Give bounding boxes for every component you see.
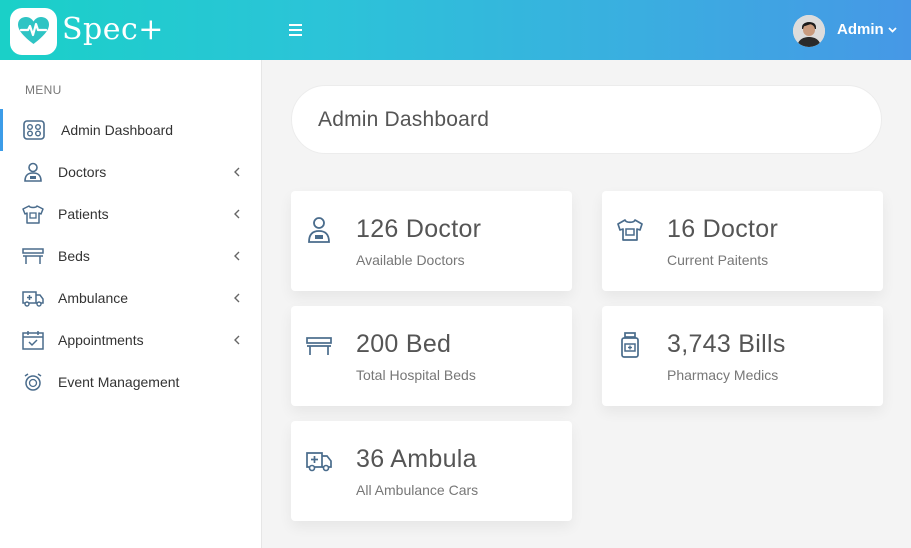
ambulance-icon <box>306 452 332 472</box>
patient-shirt-icon <box>617 219 643 241</box>
chevron-left-icon <box>234 251 240 261</box>
stat-card-beds[interactable]: 200 Bed Total Hospital Beds <box>291 306 572 406</box>
stat-card-bills[interactable]: 3,743 Bills Pharmacy Medics <box>602 306 883 406</box>
stat-label: Current Paitents <box>667 252 769 268</box>
stat-card-patients[interactable]: 16 Doctor Current Paitents <box>602 191 883 291</box>
menu-heading: MENU <box>25 83 62 97</box>
doctor-icon <box>308 217 330 243</box>
page-title: Admin Dashboard <box>318 108 490 131</box>
sidebar: MENU Admin Dashboard Doctors Patients Be… <box>0 60 262 548</box>
medicine-bottle-icon <box>621 332 639 358</box>
patient-icon <box>22 205 44 224</box>
stat-value: 3,743 Bills <box>667 330 786 358</box>
sidebar-item-admin-dashboard[interactable]: Admin Dashboard <box>0 109 261 151</box>
stat-label: Available Doctors <box>356 252 465 268</box>
stat-label: All Ambulance Cars <box>356 482 479 498</box>
stat-value: 126 Doctor <box>356 215 482 243</box>
sidebar-item-label: Ambulance <box>58 290 129 306</box>
chevron-left-icon <box>234 209 240 219</box>
sidebar-item-label: Doctors <box>58 164 107 180</box>
avatar[interactable] <box>793 15 825 47</box>
chevron-left-icon <box>234 293 240 303</box>
sidebar-item-doctors[interactable]: Doctors <box>0 151 261 193</box>
sidebar-item-label: Beds <box>58 248 90 264</box>
user-name: Admin <box>837 21 884 38</box>
sidebar-item-label: Appointments <box>58 332 144 348</box>
chevron-left-icon <box>234 167 240 177</box>
sidebar-item-patients[interactable]: Patients <box>0 193 261 235</box>
stat-value: 200 Bed <box>356 330 452 358</box>
stat-value: 16 Doctor <box>667 215 779 243</box>
user-menu[interactable]: Admin <box>837 21 897 38</box>
calendar-icon <box>22 331 44 350</box>
chevron-left-icon <box>234 335 240 345</box>
heart-pulse-icon <box>18 17 49 44</box>
bed-icon <box>22 248 44 264</box>
sidebar-item-appointments[interactable]: Appointments <box>0 319 261 361</box>
menu-toggle-icon[interactable] <box>289 24 303 36</box>
chevron-down-icon <box>888 26 897 33</box>
stat-card-doctors[interactable]: 126 Doctor Available Doctors <box>291 191 572 291</box>
sidebar-item-beds[interactable]: Beds <box>0 235 261 277</box>
brand-name[interactable]: Spec+ <box>62 12 164 47</box>
alarm-clock-icon <box>24 373 42 391</box>
bed-icon <box>306 337 332 355</box>
stat-value: 36 Ambula <box>356 445 477 473</box>
sidebar-item-event-management[interactable]: Event Management <box>0 361 261 403</box>
top-navbar: Spec+ Admin <box>0 0 911 60</box>
sidebar-item-label: Patients <box>58 206 109 222</box>
sidebar-item-ambulance[interactable]: Ambulance <box>0 277 261 319</box>
ambulance-icon <box>22 291 44 307</box>
dashboard-icon <box>23 120 45 140</box>
page-title-card: Admin Dashboard <box>291 85 882 154</box>
stat-label: Pharmacy Medics <box>667 367 779 383</box>
stat-label: Total Hospital Beds <box>356 367 476 383</box>
sidebar-item-label: Event Management <box>58 374 180 390</box>
stat-card-ambulance[interactable]: 36 Ambula All Ambulance Cars <box>291 421 572 521</box>
doctor-icon <box>24 162 42 182</box>
brand-logo[interactable] <box>10 8 57 55</box>
sidebar-item-label: Admin Dashboard <box>61 122 174 138</box>
